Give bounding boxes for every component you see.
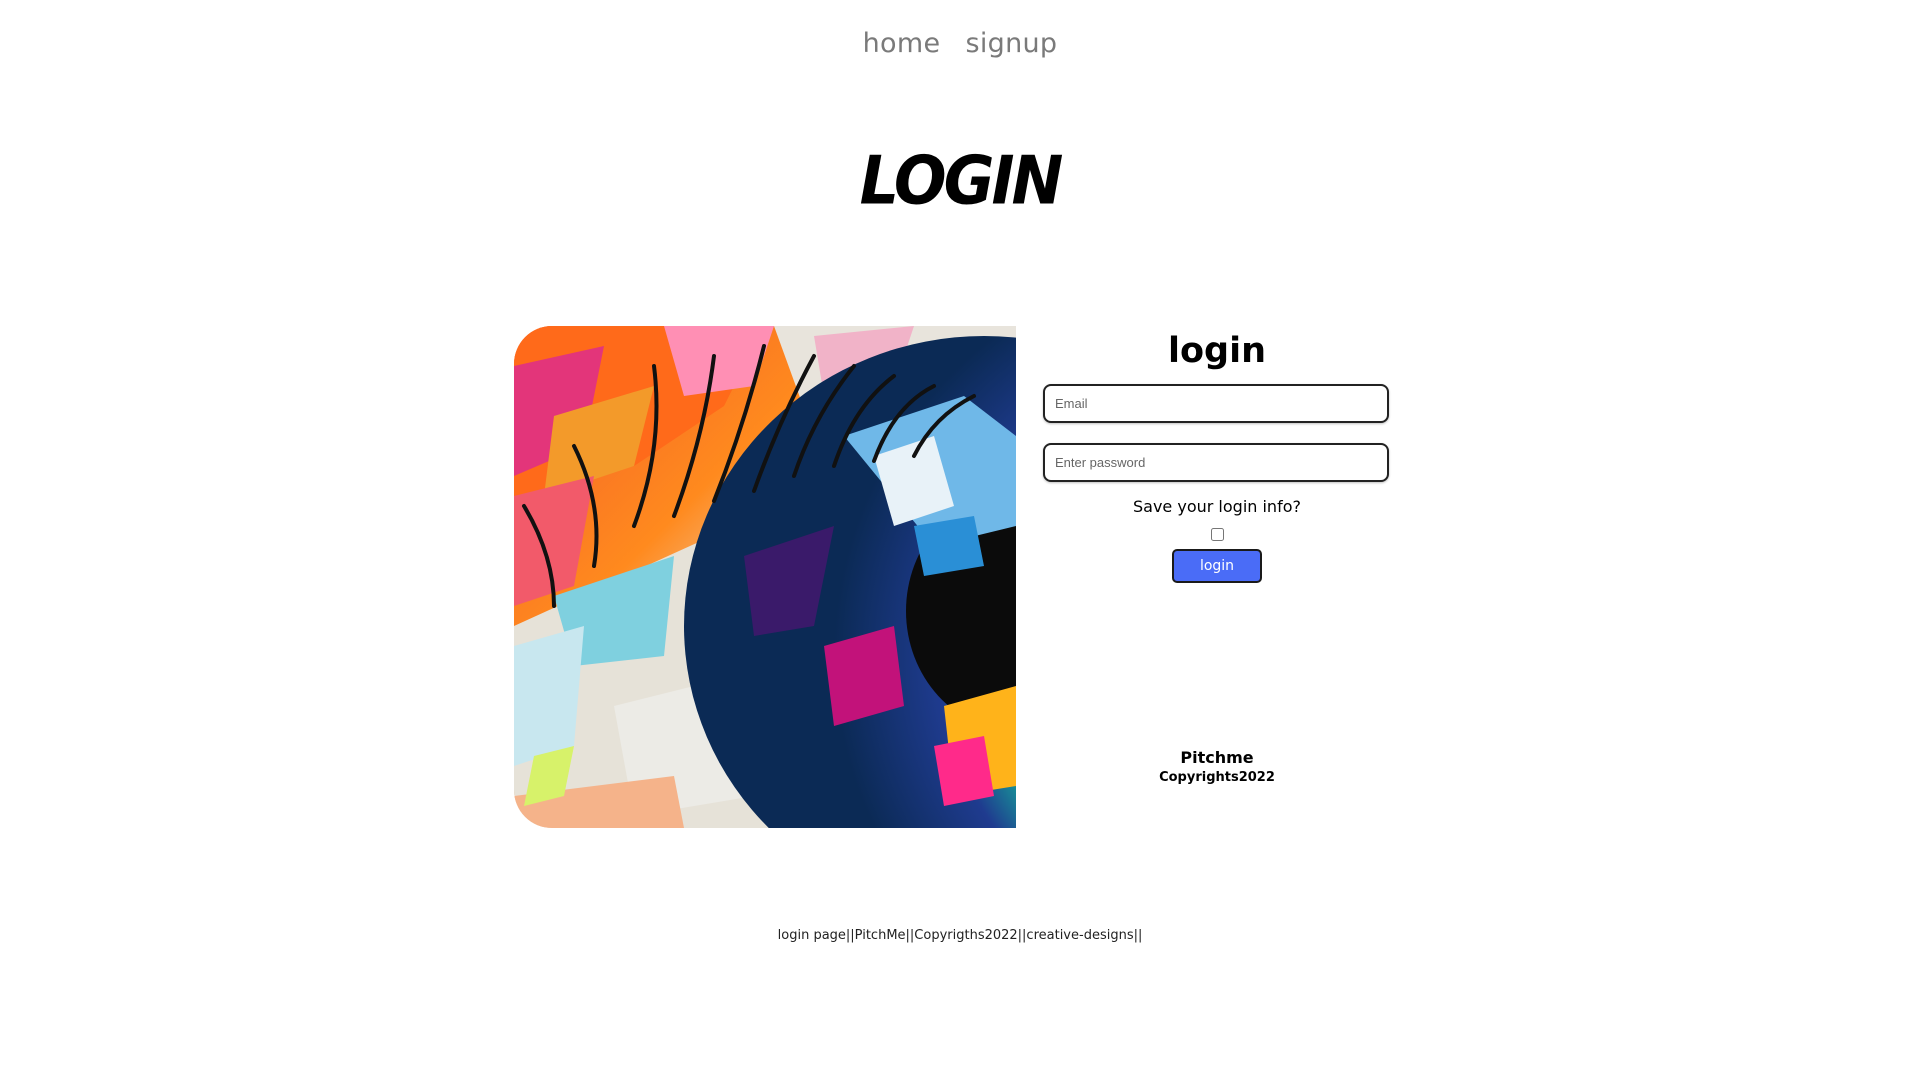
nav-home-link[interactable]: home [863, 28, 941, 59]
save-login-label: Save your login info? [1133, 497, 1301, 516]
save-login-checkbox[interactable] [1210, 528, 1224, 541]
brand-name: Pitchme [1180, 748, 1254, 767]
page-title: LOGIN [859, 141, 1064, 220]
form-title: login [1167, 331, 1266, 371]
email-field[interactable] [1043, 384, 1389, 423]
page-footer: login page||PitchMe||Copyrigths2022||cre… [777, 928, 1143, 943]
nav-signup-link[interactable]: signup [965, 28, 1057, 59]
login-form: login Save your login info? login [1043, 326, 1391, 583]
brand-block: Pitchme Copyrights2022 [1043, 747, 1391, 787]
password-field[interactable] [1043, 443, 1389, 482]
login-button[interactable]: login [1172, 549, 1262, 583]
eye-painting-image [514, 326, 1016, 828]
login-page: home signup LOGIN login Email Save your … [0, 0, 1920, 1080]
brand-copyright: Copyrights2022 [1159, 770, 1275, 785]
top-nav: home signup [0, 28, 1920, 59]
